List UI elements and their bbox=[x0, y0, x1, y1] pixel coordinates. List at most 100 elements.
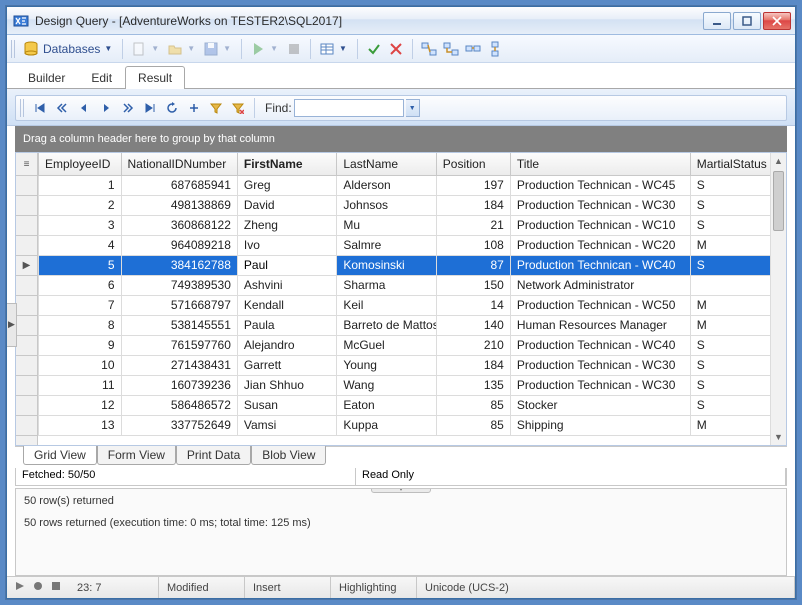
cell-firstname[interactable]: Greg bbox=[237, 175, 336, 195]
cell-nationalidnumber[interactable]: 271438431 bbox=[121, 355, 237, 375]
row-indicator[interactable] bbox=[16, 396, 37, 416]
cell-nationalidnumber[interactable]: 749389530 bbox=[121, 275, 237, 295]
col-nationalidnumber[interactable]: NationalIDNumber bbox=[121, 153, 237, 175]
row-indicator[interactable]: ▶ bbox=[16, 256, 37, 276]
cell-lastname[interactable]: Sharma bbox=[337, 275, 436, 295]
link-icon-1[interactable] bbox=[419, 39, 439, 59]
cell-employeeid[interactable]: 9 bbox=[39, 335, 122, 355]
row-indicator[interactable] bbox=[16, 336, 37, 356]
cell-employeeid[interactable]: 8 bbox=[39, 315, 122, 335]
cell-firstname[interactable]: David bbox=[237, 195, 336, 215]
cell-nationalidnumber[interactable]: 964089218 bbox=[121, 235, 237, 255]
cell-lastname[interactable]: Komosinski bbox=[337, 255, 436, 275]
cell-firstname[interactable]: Ashvini bbox=[237, 275, 336, 295]
table-row[interactable]: 1687685941GregAlderson197Production Tech… bbox=[39, 175, 786, 195]
row-indicator[interactable] bbox=[16, 216, 37, 236]
stop-icon[interactable] bbox=[284, 39, 304, 59]
commit-icon[interactable] bbox=[364, 39, 384, 59]
table-row[interactable]: 11160739236Jian ShhuoWang135Production T… bbox=[39, 375, 786, 395]
cell-employeeid[interactable]: 7 bbox=[39, 295, 122, 315]
cell-lastname[interactable]: Kuppa bbox=[337, 415, 436, 435]
cell-nationalidnumber[interactable]: 538145551 bbox=[121, 315, 237, 335]
next-page-button[interactable] bbox=[118, 98, 138, 118]
cell-firstname[interactable]: Jian Shhuo bbox=[237, 375, 336, 395]
cell-position[interactable]: 197 bbox=[436, 175, 510, 195]
cell-lastname[interactable]: Alderson bbox=[337, 175, 436, 195]
cell-employeeid[interactable]: 6 bbox=[39, 275, 122, 295]
cell-title[interactable]: Network Administrator bbox=[510, 275, 690, 295]
open-dropdown-icon[interactable]: ▼ bbox=[187, 44, 195, 53]
table-row[interactable]: 4964089218IvoSalmre108Production Technic… bbox=[39, 235, 786, 255]
table-row[interactable]: 7571668797KendallKeil14Production Techni… bbox=[39, 295, 786, 315]
cell-lastname[interactable]: Johnsos bbox=[337, 195, 436, 215]
link-icon-2[interactable] bbox=[441, 39, 461, 59]
cell-lastname[interactable]: Salmre bbox=[337, 235, 436, 255]
cell-nationalidnumber[interactable]: 360868122 bbox=[121, 215, 237, 235]
cell-title[interactable]: Production Technican - WC10 bbox=[510, 215, 690, 235]
row-indicator[interactable] bbox=[16, 316, 37, 336]
cell-title[interactable]: Shipping bbox=[510, 415, 690, 435]
cell-title[interactable]: Human Resources Manager bbox=[510, 315, 690, 335]
cell-position[interactable]: 85 bbox=[436, 395, 510, 415]
cell-nationalidnumber[interactable]: 571668797 bbox=[121, 295, 237, 315]
btab-blob-view[interactable]: Blob View bbox=[251, 446, 326, 465]
cell-nationalidnumber[interactable]: 498138869 bbox=[121, 195, 237, 215]
cell-title[interactable]: Production Technican - WC50 bbox=[510, 295, 690, 315]
run-dropdown-icon[interactable]: ▼ bbox=[270, 44, 278, 53]
prev-page-button[interactable] bbox=[52, 98, 72, 118]
cell-position[interactable]: 14 bbox=[436, 295, 510, 315]
last-record-button[interactable] bbox=[140, 98, 160, 118]
tab-result[interactable]: Result bbox=[125, 66, 185, 89]
dropdown-arrow-icon[interactable]: ▼ bbox=[104, 44, 112, 53]
tab-edit[interactable]: Edit bbox=[78, 66, 125, 89]
cell-lastname[interactable]: Mu bbox=[337, 215, 436, 235]
find-input[interactable] bbox=[294, 99, 404, 117]
row-indicator[interactable] bbox=[16, 376, 37, 396]
cell-nationalidnumber[interactable]: 160739236 bbox=[121, 375, 237, 395]
scroll-up-icon[interactable]: ▲ bbox=[771, 153, 786, 169]
new-icon[interactable] bbox=[129, 39, 149, 59]
save-icon[interactable] bbox=[201, 39, 221, 59]
first-record-button[interactable] bbox=[30, 98, 50, 118]
row-indicator[interactable] bbox=[16, 296, 37, 316]
col-title[interactable]: Title bbox=[510, 153, 690, 175]
cell-position[interactable]: 140 bbox=[436, 315, 510, 335]
find-dropdown-button[interactable]: ▼ bbox=[406, 99, 420, 117]
table-view-icon[interactable] bbox=[317, 39, 337, 59]
group-by-band[interactable]: Drag a column header here to group by th… bbox=[15, 126, 787, 152]
maximize-button[interactable] bbox=[733, 12, 761, 30]
cell-position[interactable]: 108 bbox=[436, 235, 510, 255]
col-position[interactable]: Position bbox=[436, 153, 510, 175]
cell-title[interactable]: Production Technican - WC40 bbox=[510, 255, 690, 275]
cell-position[interactable]: 21 bbox=[436, 215, 510, 235]
btab-form-view[interactable]: Form View bbox=[97, 446, 176, 465]
scroll-thumb[interactable] bbox=[773, 171, 784, 231]
cell-title[interactable]: Production Technican - WC30 bbox=[510, 195, 690, 215]
cell-firstname[interactable]: Paul bbox=[237, 255, 336, 275]
panel-expand-handle[interactable]: ▶ bbox=[7, 303, 17, 347]
table-row[interactable]: 13337752649VamsiKuppa85ShippingM bbox=[39, 415, 786, 435]
table-row[interactable]: 2498138869DavidJohnsos184Production Tech… bbox=[39, 195, 786, 215]
close-button[interactable] bbox=[763, 12, 791, 30]
filter-clear-button[interactable] bbox=[228, 98, 248, 118]
cell-nationalidnumber[interactable]: 384162788 bbox=[121, 255, 237, 275]
row-indicator[interactable] bbox=[16, 236, 37, 256]
cell-nationalidnumber[interactable]: 761597760 bbox=[121, 335, 237, 355]
cell-title[interactable]: Production Technican - WC45 bbox=[510, 175, 690, 195]
row-indicator[interactable] bbox=[16, 416, 37, 436]
cell-lastname[interactable]: Barreto de Mattos bbox=[337, 315, 436, 335]
row-indicator[interactable] bbox=[16, 176, 37, 196]
btab-print-data[interactable]: Print Data bbox=[176, 446, 251, 465]
table-row[interactable]: 8538145551PaulaBarreto de Mattos140Human… bbox=[39, 315, 786, 335]
cell-position[interactable]: 184 bbox=[436, 355, 510, 375]
col-firstname[interactable]: FirstName bbox=[237, 153, 336, 175]
cell-title[interactable]: Production Technican - WC20 bbox=[510, 235, 690, 255]
refresh-button[interactable] bbox=[162, 98, 182, 118]
cell-employeeid[interactable]: 2 bbox=[39, 195, 122, 215]
rollback-icon[interactable] bbox=[386, 39, 406, 59]
cell-firstname[interactable]: Vamsi bbox=[237, 415, 336, 435]
row-indicator[interactable] bbox=[16, 196, 37, 216]
cell-firstname[interactable]: Alejandro bbox=[237, 335, 336, 355]
databases-dropdown[interactable]: Databases bbox=[43, 42, 100, 56]
cell-position[interactable]: 184 bbox=[436, 195, 510, 215]
